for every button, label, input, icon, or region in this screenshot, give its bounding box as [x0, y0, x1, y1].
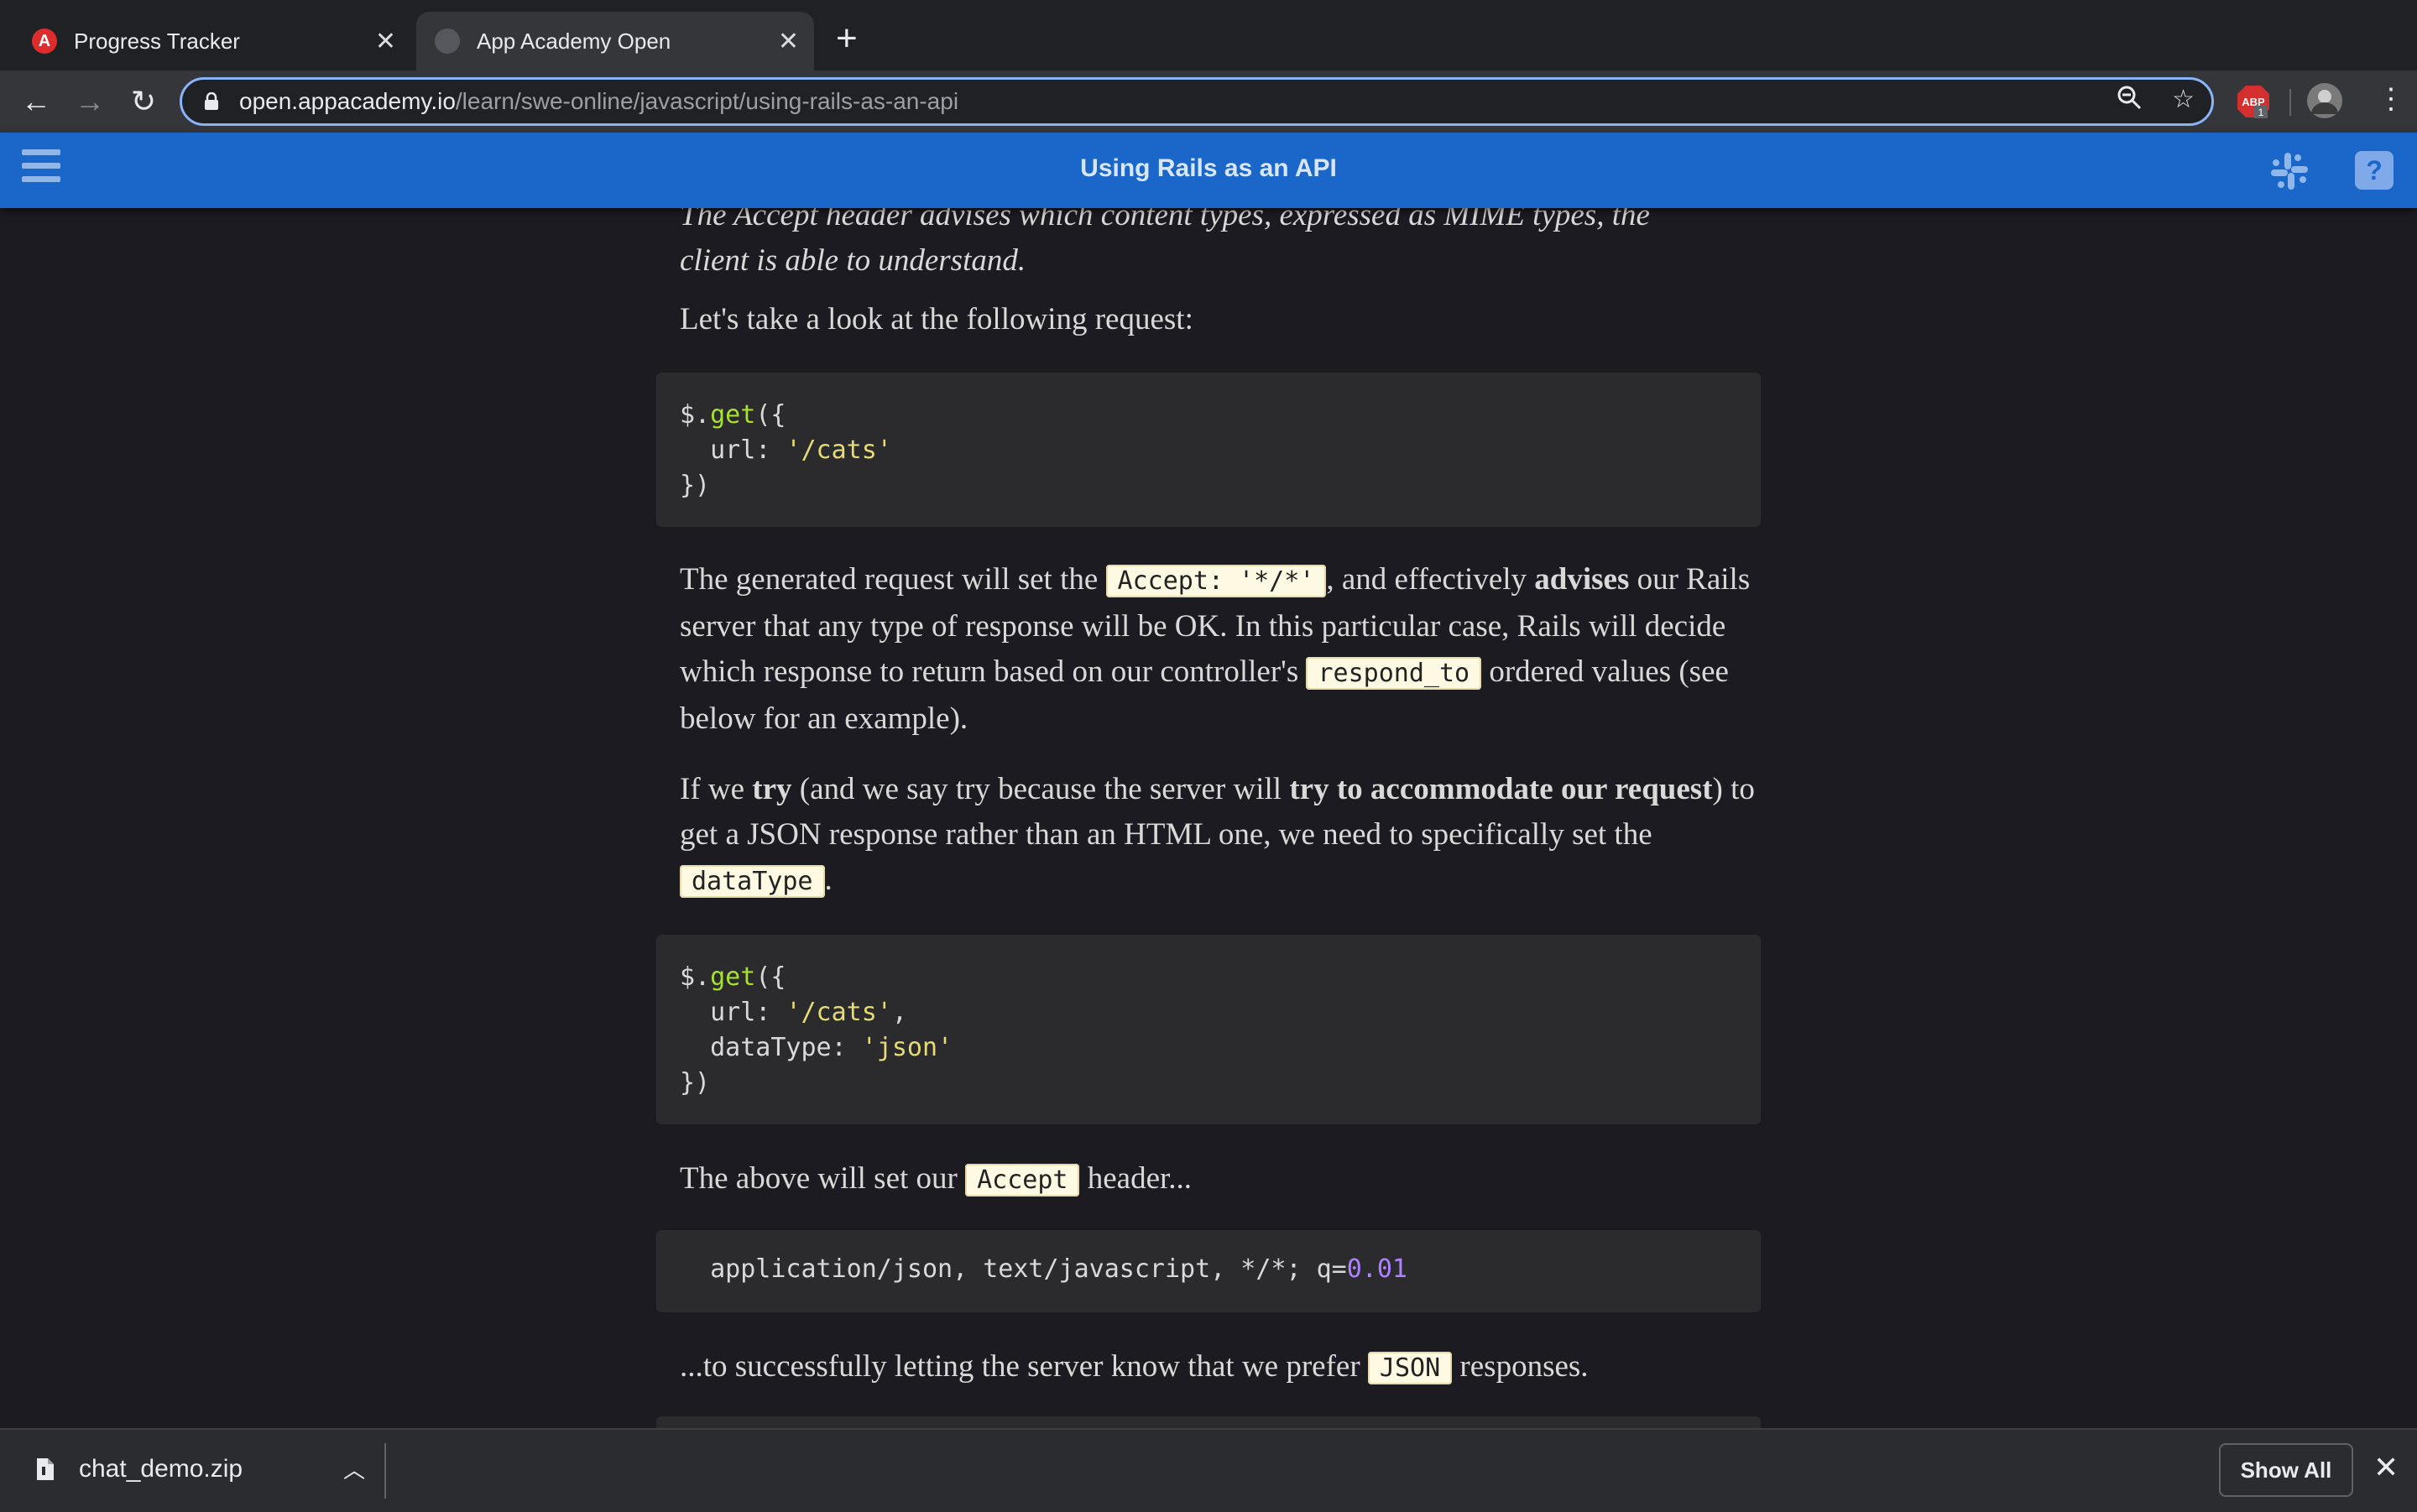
- inline-code: Accept: '*/*': [1105, 565, 1327, 597]
- code-token: $.: [680, 400, 711, 430]
- code-token: ({: [755, 400, 786, 430]
- file-icon: [37, 1457, 54, 1480]
- code-token: '/cats': [786, 435, 892, 465]
- code-token: url:: [680, 998, 786, 1027]
- slack-icon[interactable]: [2269, 151, 2310, 191]
- forward-arrow-icon[interactable]: →: [70, 82, 109, 121]
- text: , and effectively: [1326, 562, 1535, 597]
- inline-code: Accept: [965, 1164, 1080, 1197]
- app-header: Using Rails as an API ?: [0, 133, 2417, 208]
- bold-text: try to accommodate our request: [1289, 772, 1713, 806]
- inline-code: dataType: [680, 865, 825, 898]
- adblock-extension-icon[interactable]: ABP 1: [2236, 84, 2271, 123]
- show-all-button[interactable]: Show All: [2219, 1443, 2353, 1497]
- code-token: ({: [755, 962, 786, 992]
- code-token: 'json': [861, 1033, 953, 1062]
- code-token: }): [680, 471, 711, 500]
- code-token: get: [710, 962, 756, 992]
- globe-favicon-icon: [435, 29, 460, 54]
- chevron-up-icon[interactable]: ︿: [343, 1453, 365, 1484]
- inline-code: respond_to: [1306, 657, 1482, 690]
- browser-toolbar: ← → ↻ open.appacademy.io/learn/swe-onlin…: [0, 70, 2417, 133]
- divider: [384, 1443, 386, 1499]
- text: The above will set our: [680, 1161, 966, 1196]
- text: The generated request will set the: [680, 562, 1106, 597]
- url-path: /learn/swe-online/javascript/using-rails…: [455, 88, 959, 114]
- text: responses.: [1452, 1349, 1589, 1384]
- text: ...to successfully letting the server kn…: [680, 1349, 1368, 1384]
- text: .: [824, 863, 833, 897]
- download-filename: chat_demo.zip: [79, 1454, 243, 1483]
- tab-app-academy-open[interactable]: App Academy Open ✕: [416, 12, 814, 70]
- angular-favicon-icon: A: [32, 29, 57, 54]
- profile-avatar[interactable]: [2306, 82, 2343, 123]
- close-icon[interactable]: ✕: [2373, 1450, 2399, 1485]
- code-token: }): [680, 1068, 711, 1098]
- partial-paragraph: The Accept header advises which content …: [680, 208, 1757, 284]
- paragraph-line: client is able to understand.: [680, 243, 1026, 278]
- code-token: 0.01: [1346, 1254, 1407, 1284]
- code-block-request: $.get({ url: '/cats' }): [656, 373, 1761, 527]
- tab-title: Progress Tracker: [74, 28, 240, 54]
- browser-menu-icon[interactable]: ⋮: [2377, 82, 2405, 116]
- bold-text: advises: [1534, 562, 1630, 597]
- paragraph-json: ...to successfully letting the server kn…: [680, 1344, 1757, 1391]
- code-block-partial: [656, 1416, 1761, 1428]
- back-arrow-icon[interactable]: ←: [17, 82, 55, 121]
- toolbar-divider: [2289, 89, 2291, 116]
- reload-icon[interactable]: ↻: [124, 82, 163, 121]
- code-token: dataType:: [680, 1033, 862, 1062]
- text: If we: [680, 772, 753, 806]
- url-host: open.appacademy.io: [239, 88, 456, 114]
- bold-text: try: [752, 772, 792, 806]
- text: (and we say try because the server will: [791, 772, 1290, 806]
- code-token: $.: [680, 962, 711, 992]
- code-token: url:: [680, 435, 786, 465]
- close-tab-icon[interactable]: ✕: [778, 27, 799, 56]
- page-title: Using Rails as an API: [1080, 154, 1337, 182]
- code-token: ,: [891, 998, 907, 1027]
- download-item[interactable]: chat_demo.zip ︿: [35, 1453, 365, 1484]
- article-scroll-area[interactable]: The Accept header advises which content …: [0, 208, 2417, 1428]
- new-tab-icon[interactable]: +: [836, 20, 858, 57]
- zoom-icon[interactable]: [2117, 85, 2142, 117]
- browser-tab-strip: A Progress Tracker ✕ App Academy Open ✕ …: [0, 0, 2417, 70]
- code-token: get: [710, 400, 756, 430]
- paragraph-line: The Accept header advises which content …: [680, 208, 1650, 232]
- inline-code: JSON: [1367, 1352, 1453, 1384]
- download-shelf: chat_demo.zip ︿ Show All ✕: [0, 1428, 2417, 1512]
- help-button[interactable]: ?: [2355, 151, 2394, 190]
- bookmark-star-icon[interactable]: ☆: [2172, 85, 2195, 117]
- code-block-accept-header: application/json, text/javascript, */*; …: [656, 1230, 1761, 1312]
- tab-progress-tracker[interactable]: A Progress Tracker ✕: [13, 12, 411, 70]
- paragraph-try: If we try (and we say try because the se…: [680, 767, 1757, 905]
- paragraph-intro: Let's take a look at the following reque…: [680, 297, 1757, 342]
- lock-icon: [204, 91, 219, 111]
- address-bar[interactable]: open.appacademy.io/learn/swe-online/java…: [180, 77, 2214, 126]
- tab-title: App Academy Open: [477, 28, 671, 54]
- code-token: '/cats': [786, 998, 892, 1027]
- paragraph-accept: The generated request will set the Accep…: [680, 557, 1757, 742]
- paragraph-header: The above will set our Accept header...: [680, 1156, 1757, 1203]
- text: header...: [1079, 1161, 1193, 1196]
- extension-badge: 1: [2258, 107, 2264, 118]
- intro-text: Let's take a look at the following reque…: [680, 302, 1193, 336]
- code-token: application/json, text/javascript, */*; …: [680, 1254, 1347, 1284]
- close-tab-icon[interactable]: ✕: [375, 27, 396, 56]
- code-block-datatype: $.get({ url: '/cats', dataType: 'json' }…: [656, 935, 1761, 1124]
